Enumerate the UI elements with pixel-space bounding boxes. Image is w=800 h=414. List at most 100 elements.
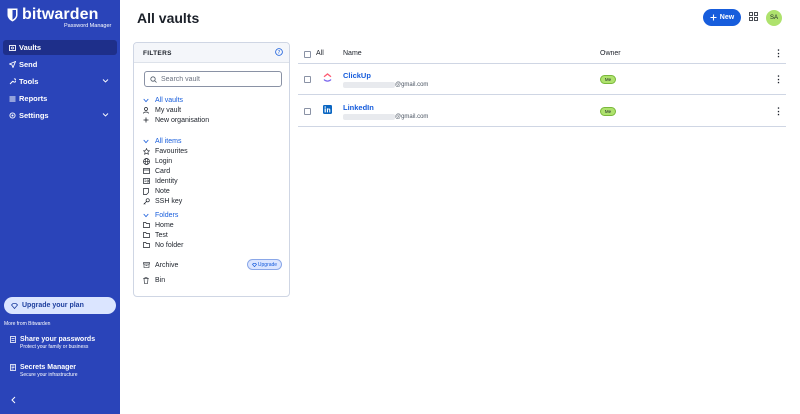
upgrade-plan-button[interactable]: Upgrade your plan <box>4 297 116 314</box>
item-username: @gmail.com <box>343 114 428 120</box>
filter-label: Card <box>155 167 171 175</box>
filter-no-folder[interactable]: No folder <box>143 240 183 250</box>
help-icon[interactable]: ? <box>275 48 283 56</box>
plus-icon <box>143 117 155 123</box>
filter-label: All vaults <box>155 96 184 104</box>
linkedin-icon <box>323 105 332 114</box>
product-switcher-icon[interactable] <box>749 12 758 21</box>
filter-label: Archive <box>155 261 179 269</box>
sidebar-item-tools[interactable]: Tools <box>3 74 117 89</box>
filter-label: My vault <box>155 106 182 114</box>
bitwarden-logo[interactable]: bitwarden Password Manager <box>7 6 117 33</box>
filter-label: Favourites <box>155 147 188 155</box>
more-options-icon[interactable]: ⋮ <box>774 75 783 84</box>
more-options-icon[interactable]: ⋮ <box>774 49 783 58</box>
select-all-checkbox[interactable] <box>304 51 311 58</box>
folder-icon <box>143 222 155 228</box>
filter-archive[interactable]: Archive <box>143 260 178 270</box>
filter-label: New organisation <box>155 116 210 124</box>
item-name[interactable]: ClickUp <box>343 71 371 80</box>
filter-all-items[interactable]: All items <box>143 136 181 146</box>
table-header: All Name Owner ⋮ <box>298 44 786 64</box>
avatar[interactable]: SA <box>766 10 782 26</box>
chevron-down-icon <box>102 79 109 83</box>
share-icon <box>10 336 16 343</box>
sidebar: bitwarden Password Manager Vaults Send T… <box>0 0 120 414</box>
item-username: @gmail.com <box>343 82 428 88</box>
filter-label: Bin <box>155 276 166 284</box>
filter-label: Home <box>155 221 174 229</box>
filters-header: FILTERS ? <box>134 43 289 63</box>
promo-subtitle: Secure your infrastructure <box>20 372 78 378</box>
filter-note[interactable]: Note <box>143 186 170 196</box>
key-icon <box>143 197 155 205</box>
folder-icon <box>143 242 155 248</box>
chevron-down-icon <box>143 213 155 218</box>
page-title: All vaults <box>137 10 200 26</box>
filter-new-organisation[interactable]: New organisation <box>143 115 209 125</box>
vault-icon <box>9 44 19 51</box>
column-header-owner[interactable]: Owner <box>600 50 621 57</box>
sidebar-item-label: Reports <box>19 94 48 103</box>
redacted-text <box>343 114 395 120</box>
filter-bin[interactable]: Bin <box>143 275 165 285</box>
upgrade-badge[interactable]: Upgrade <box>247 259 282 270</box>
globe-icon <box>143 157 155 165</box>
filter-login[interactable]: Login <box>143 156 172 166</box>
sidebar-item-vaults[interactable]: Vaults <box>3 40 117 55</box>
item-name[interactable]: LinkedIn <box>343 103 374 112</box>
table-row[interactable]: LinkedIn @gmail.com Me ⋮ <box>298 96 786 127</box>
new-button[interactable]: New <box>703 9 741 26</box>
trash-icon <box>143 276 155 284</box>
gear-icon <box>9 112 19 119</box>
secrets-manager-icon <box>10 364 16 371</box>
reports-icon <box>9 96 19 102</box>
filter-folder-home[interactable]: Home <box>143 220 174 230</box>
search-box[interactable] <box>144 71 282 87</box>
filter-folder-test[interactable]: Test <box>143 230 168 240</box>
brand-subtitle: Password Manager <box>64 23 112 29</box>
sidebar-item-label: Vaults <box>19 43 42 52</box>
item-email: @gmail.com <box>395 82 429 88</box>
promo-secrets-manager[interactable]: Secrets Manager Secure your infrastructu… <box>10 364 115 378</box>
filter-label: Test <box>155 231 168 239</box>
search-input[interactable] <box>161 75 276 83</box>
sidebar-item-send[interactable]: Send <box>3 57 117 72</box>
sidebar-item-label: Tools <box>19 77 39 86</box>
send-icon <box>9 61 19 68</box>
filter-identity[interactable]: Identity <box>143 176 178 186</box>
chevron-down-icon <box>102 113 109 117</box>
filter-ssh-key[interactable]: SSH key <box>143 196 182 206</box>
promo-title: Secrets Manager <box>20 364 77 371</box>
sidebar-item-settings[interactable]: Settings <box>3 108 117 123</box>
folder-icon <box>143 232 155 238</box>
filter-label: All items <box>155 137 182 145</box>
row-checkbox[interactable] <box>304 76 311 83</box>
new-button-label: New <box>719 14 735 21</box>
filter-favourites[interactable]: Favourites <box>143 146 188 156</box>
filter-card[interactable]: Card <box>143 166 170 176</box>
diamond-icon <box>251 262 257 267</box>
upgrade-badge-label: Upgrade <box>257 261 278 268</box>
sidebar-item-reports[interactable]: Reports <box>3 91 117 106</box>
promo-share-passwords[interactable]: Share your passwords Protect your family… <box>10 336 115 350</box>
collapse-sidebar-icon[interactable] <box>10 396 17 404</box>
filters-panel: FILTERS ? All vaults My vault New organi… <box>133 42 290 297</box>
star-icon <box>143 147 155 155</box>
sidebar-item-label: Settings <box>19 111 49 120</box>
more-options-icon[interactable]: ⋮ <box>774 107 783 116</box>
note-icon <box>143 187 155 195</box>
redacted-text <box>343 82 395 88</box>
row-checkbox[interactable] <box>304 108 311 115</box>
sidebar-item-label: Send <box>19 60 38 69</box>
id-card-icon <box>143 178 155 184</box>
filter-label: Note <box>155 187 170 195</box>
filter-my-vault[interactable]: My vault <box>143 105 181 115</box>
column-header-name[interactable]: Name <box>343 50 362 57</box>
filter-all-vaults[interactable]: All vaults <box>143 95 183 105</box>
filter-label: Folders <box>155 211 179 219</box>
table-row[interactable]: ClickUp @gmail.com Me ⋮ <box>298 64 786 95</box>
filter-folders[interactable]: Folders <box>143 210 178 220</box>
column-header-all: All <box>316 50 324 57</box>
plus-icon <box>710 14 717 21</box>
